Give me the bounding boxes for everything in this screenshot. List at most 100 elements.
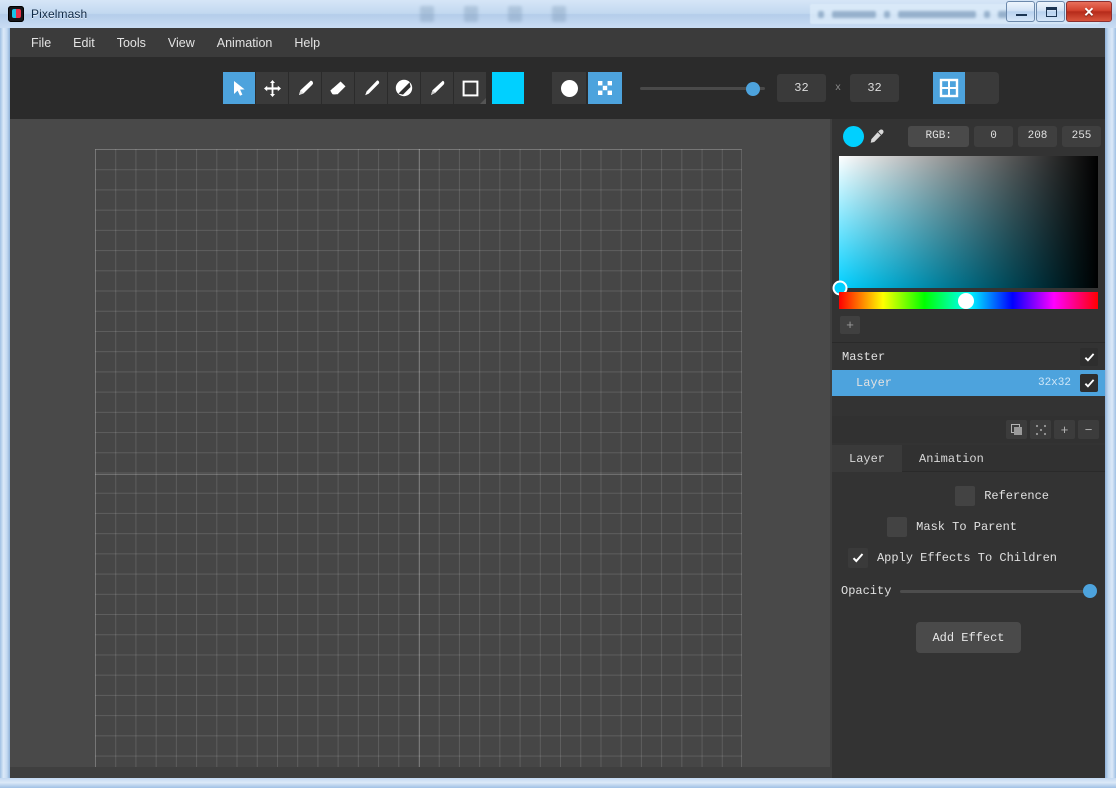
color-green-input[interactable]: [1018, 125, 1057, 147]
add-effect-row: Add Effect: [832, 622, 1105, 653]
ghost-icon: [552, 6, 566, 22]
eraser-icon: [330, 81, 346, 95]
view-extra-toggle[interactable]: [965, 72, 1000, 104]
mask-to-parent-checkbox[interactable]: [887, 517, 908, 537]
close-button[interactable]: ✕: [1066, 1, 1112, 22]
add-swatch-button[interactable]: +: [840, 316, 860, 334]
canvas-height-input[interactable]: [850, 74, 900, 102]
layer-action-bar: + −: [832, 416, 1105, 443]
reference-label: Reference: [984, 489, 1049, 503]
duplicate-layer-button[interactable]: [1006, 420, 1027, 439]
eyedropper-icon: [870, 128, 884, 143]
eraser-tool[interactable]: [322, 72, 354, 104]
move-tool[interactable]: [256, 72, 288, 104]
checkmark-icon: [1084, 378, 1094, 388]
menu-view[interactable]: View: [157, 31, 206, 55]
canvas-center-vertical-line: [418, 149, 420, 778]
smudge-brush-icon: [431, 80, 445, 95]
close-icon: ✕: [1083, 4, 1095, 19]
opacity-row: Opacity: [832, 579, 1105, 599]
slider-track: [900, 590, 1097, 593]
canvas-bottom-gutter: [10, 767, 830, 778]
slider-knob[interactable]: [746, 82, 760, 96]
application-window: Pixelmash ✕ File Edit Tools View Animati…: [0, 0, 1116, 788]
add-effect-button[interactable]: Add Effect: [916, 622, 1021, 653]
eyedropper-button[interactable]: [864, 125, 889, 147]
apply-effects-row: Apply Effects To Children: [832, 548, 1105, 568]
remove-layer-button[interactable]: −: [1078, 420, 1099, 439]
brush-size-slider[interactable]: [640, 72, 765, 104]
paintbrush-icon: [365, 80, 380, 96]
slider-knob[interactable]: [1083, 584, 1097, 598]
fill-tool[interactable]: [388, 72, 420, 104]
window-frame-left: [0, 28, 10, 788]
color-header: RGB:: [832, 119, 1105, 153]
hue-slider-handle[interactable]: [957, 292, 974, 309]
saturation-value-picker[interactable]: [832, 156, 1098, 296]
layer-visibility-checkbox[interactable]: [1080, 374, 1098, 392]
round-brush-shape[interactable]: [552, 72, 586, 104]
window-title: Pixelmash: [31, 7, 88, 21]
menu-file[interactable]: File: [20, 31, 62, 55]
mask-to-parent-row: Mask To Parent: [832, 517, 1105, 537]
active-color-swatch-button[interactable]: [492, 72, 524, 104]
hue-slider[interactable]: [839, 292, 1098, 309]
menu-edit[interactable]: Edit: [62, 31, 106, 55]
layer-name: Master: [842, 350, 886, 364]
color-red-input[interactable]: [974, 125, 1013, 147]
grid-toggle[interactable]: [933, 72, 966, 104]
title-bar: Pixelmash ✕: [0, 0, 1116, 28]
menu-help[interactable]: Help: [283, 31, 331, 55]
canvas-width-input[interactable]: [777, 74, 826, 102]
checker-pattern-icon: [598, 81, 612, 95]
tool-button-group: [223, 72, 524, 104]
tab-animation[interactable]: Animation: [902, 445, 1001, 472]
add-layer-button[interactable]: +: [1054, 420, 1075, 439]
color-mode-button[interactable]: RGB:: [908, 125, 969, 147]
checkmark-icon: [852, 553, 864, 563]
cursor-arrow-icon: [233, 80, 245, 96]
ghost-icon: [508, 6, 522, 22]
right-panel: RGB: + Master: [832, 119, 1105, 778]
dimension-separator: x: [835, 82, 842, 94]
shape-tool[interactable]: [454, 72, 486, 104]
layer-row-master[interactable]: Master: [832, 344, 1105, 370]
smudge-tool[interactable]: [421, 72, 453, 104]
canvas-viewport[interactable]: [10, 119, 830, 778]
color-circle-icon[interactable]: [843, 125, 864, 147]
opacity-slider[interactable]: [900, 583, 1097, 599]
window-frame-bottom: [0, 778, 1116, 788]
menu-animation[interactable]: Animation: [206, 31, 284, 55]
window-frame-right: [1105, 28, 1116, 788]
window-controls: ✕: [1006, 1, 1112, 22]
ghost-icon: [464, 6, 478, 22]
pencil-tool[interactable]: [289, 72, 321, 104]
maximize-button[interactable]: [1036, 1, 1065, 22]
tab-layer[interactable]: Layer: [832, 445, 903, 472]
checkmark-icon: [1084, 352, 1094, 362]
layer-visibility-checkbox[interactable]: [1080, 348, 1098, 366]
reference-checkbox[interactable]: [955, 486, 976, 506]
menu-tools[interactable]: Tools: [106, 31, 157, 55]
move-arrows-icon: [263, 79, 281, 97]
layer-size: 32x32: [1037, 377, 1071, 389]
layer-row[interactable]: Layer 32x32: [832, 370, 1105, 396]
apply-effects-checkbox[interactable]: [847, 548, 868, 568]
apply-effects-label: Apply Effects To Children: [876, 551, 1057, 565]
mask-to-parent-label: Mask To Parent: [916, 520, 1017, 534]
copy-icon: [1010, 423, 1022, 435]
brush-tool[interactable]: [355, 72, 387, 104]
rectangle-icon: [462, 80, 478, 96]
layers-list: Master Layer 32x32: [832, 344, 1105, 396]
pixelmash-logo-icon: [8, 6, 24, 22]
color-blue-input[interactable]: [1062, 125, 1101, 147]
pixel-brush-shape[interactable]: [588, 72, 622, 104]
group-dots-icon: [1035, 424, 1046, 435]
pixel-canvas[interactable]: [95, 149, 742, 778]
client-area: File Edit Tools View Animation Help 32 x…: [10, 28, 1105, 778]
minimize-button[interactable]: [1006, 1, 1035, 22]
group-layer-button[interactable]: [1030, 420, 1051, 439]
filled-circle-icon: [560, 79, 578, 97]
panel-divider: [832, 342, 1105, 343]
select-tool[interactable]: [223, 72, 255, 104]
